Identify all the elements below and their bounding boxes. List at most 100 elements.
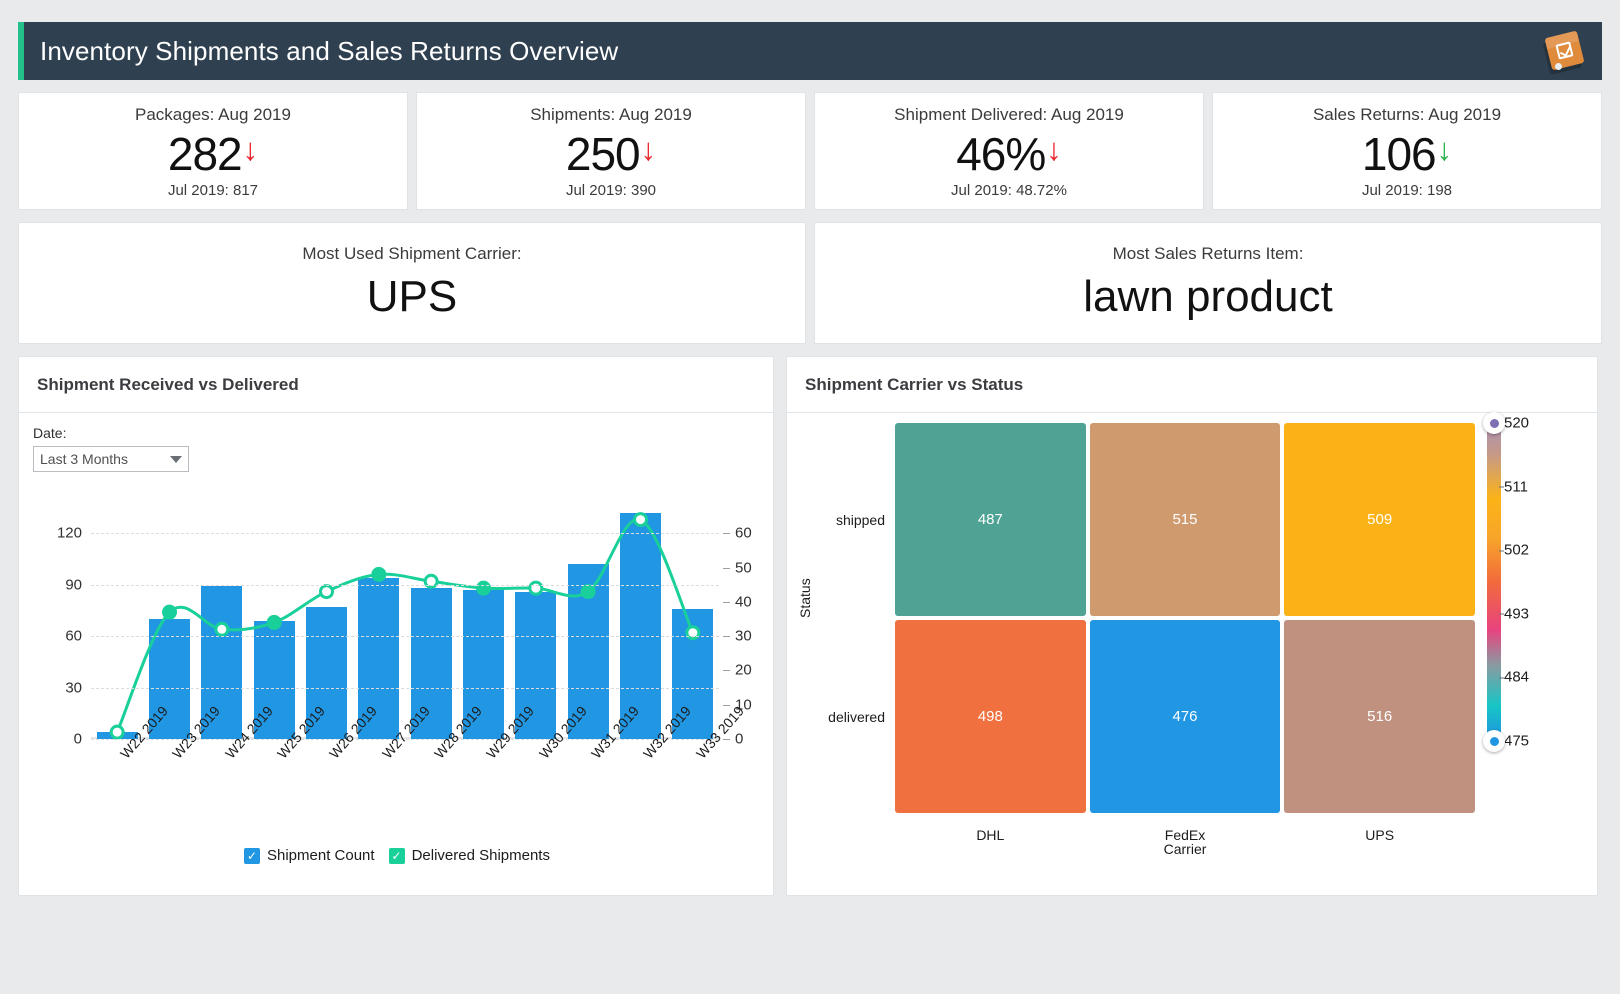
x-label-slot: W33 2019 bbox=[667, 747, 719, 837]
kpi-value: 250 bbox=[566, 131, 640, 177]
legend-label: Delivered Shipments bbox=[412, 847, 550, 864]
x-label-slot: W24 2019 bbox=[196, 747, 248, 837]
y-axis-tickmark bbox=[723, 602, 730, 603]
kpi-card-shipments[interactable]: Shipments: Aug 2019 250 ↓ Jul 2019: 390 bbox=[416, 92, 806, 210]
grid-line bbox=[91, 688, 719, 689]
kpi-label: Packages: Aug 2019 bbox=[135, 105, 291, 125]
heatmap-cell[interactable]: 476 bbox=[1090, 620, 1281, 813]
y-axis-tickmark bbox=[723, 670, 730, 671]
line-point[interactable] bbox=[111, 726, 123, 738]
grid-line bbox=[91, 533, 719, 534]
grid-line bbox=[91, 585, 719, 586]
kpi-value: 282 bbox=[168, 131, 242, 177]
highlight-card-carrier[interactable]: Most Used Shipment Carrier: UPS bbox=[18, 222, 806, 344]
bar-line-chart: 03060901200102030405060 W22 2019W23 2019… bbox=[19, 489, 775, 894]
heatmap-cell[interactable]: 515 bbox=[1090, 423, 1281, 616]
legend-label: Shipment Count bbox=[267, 847, 375, 864]
y-axis-tickmark bbox=[723, 533, 730, 534]
x-label-slot: W31 2019 bbox=[562, 747, 614, 837]
y-axis-tickmark bbox=[723, 636, 730, 637]
mosaic-chart: Status shippeddeliveredDHLFedExUPS487515… bbox=[787, 413, 1599, 896]
panel-shipment-received-vs-delivered: Shipment Received vs Delivered Date: Las… bbox=[18, 356, 774, 896]
y-axis-tick-left: 120 bbox=[57, 525, 82, 542]
highlight-value: UPS bbox=[367, 272, 457, 322]
y-axis-tickmark bbox=[723, 705, 730, 706]
kpi-label: Shipments: Aug 2019 bbox=[530, 105, 692, 125]
y-axis-tick-right: 0 bbox=[735, 731, 743, 748]
x-axis-title: Carrier bbox=[1164, 841, 1207, 857]
color-scale-tick: 493 bbox=[1504, 605, 1529, 622]
kpi-previous: Jul 2019: 198 bbox=[1362, 182, 1452, 199]
kpi-card-packages[interactable]: Packages: Aug 2019 282 ↓ Jul 2019: 817 bbox=[18, 92, 408, 210]
page-title: Inventory Shipments and Sales Returns Ov… bbox=[40, 36, 618, 67]
line-point[interactable] bbox=[635, 514, 647, 526]
trend-down-icon: ↓ bbox=[1046, 131, 1062, 170]
dashboard-header: Inventory Shipments and Sales Returns Ov… bbox=[18, 22, 1602, 80]
grid-line bbox=[91, 636, 719, 637]
y-axis-tick-right: 50 bbox=[735, 559, 752, 576]
color-scale-tick: 484 bbox=[1504, 669, 1529, 686]
chart-panels: Shipment Received vs Delivered Date: Las… bbox=[18, 356, 1602, 896]
heatmap-cell[interactable]: 516 bbox=[1284, 620, 1475, 813]
color-scale-handle[interactable] bbox=[1483, 730, 1505, 752]
line-point[interactable] bbox=[321, 586, 333, 598]
kpi-previous: Jul 2019: 390 bbox=[566, 182, 656, 199]
color-scale-tick: 475 bbox=[1504, 733, 1529, 750]
date-filter-label: Date: bbox=[33, 425, 189, 441]
line-point[interactable] bbox=[582, 586, 594, 598]
heatmap-cell[interactable]: 487 bbox=[895, 423, 1086, 616]
checkbox-checked-icon[interactable]: ✓ bbox=[244, 848, 260, 864]
date-filter-value: Last 3 Months bbox=[40, 451, 128, 467]
line-point[interactable] bbox=[373, 568, 385, 580]
kpi-label: Shipment Delivered: Aug 2019 bbox=[894, 105, 1124, 125]
highlight-row: Most Used Shipment Carrier: UPS Most Sal… bbox=[18, 222, 1602, 344]
color-scale-legend[interactable]: 520511502493484475 bbox=[1487, 423, 1501, 741]
heatmap-cell[interactable]: 509 bbox=[1284, 423, 1475, 616]
y-axis-tick: delivered bbox=[828, 709, 885, 725]
heatmap-body: Status shippeddeliveredDHLFedExUPS487515… bbox=[787, 413, 1597, 896]
line-point[interactable] bbox=[268, 616, 280, 628]
x-label-slot: W23 2019 bbox=[143, 747, 195, 837]
kpi-card-shipment-delivered[interactable]: Shipment Delivered: Aug 2019 46% ↓ Jul 2… bbox=[814, 92, 1204, 210]
x-axis-tick: DHL bbox=[976, 827, 1004, 843]
legend-item-delivered-shipments[interactable]: ✓ Delivered Shipments bbox=[389, 847, 550, 864]
kpi-value: 106 bbox=[1362, 131, 1436, 177]
legend-item-shipment-count[interactable]: ✓ Shipment Count bbox=[244, 847, 375, 864]
x-label-slot: W22 2019 bbox=[91, 747, 143, 837]
highlight-value: lawn product bbox=[1083, 272, 1332, 322]
y-axis-tick: shipped bbox=[836, 512, 885, 528]
kpi-value: 46% bbox=[956, 131, 1045, 177]
bar-chart-body: Date: Last 3 Months 03060901200102030405… bbox=[19, 413, 773, 896]
bar-chart-plot: 03060901200102030405060 bbox=[91, 499, 719, 739]
x-axis-tick: UPS bbox=[1365, 827, 1394, 843]
kpi-previous: Jul 2019: 48.72% bbox=[951, 182, 1067, 199]
color-scale-tick: 502 bbox=[1504, 542, 1529, 559]
date-filter-select[interactable]: Last 3 Months bbox=[33, 446, 189, 472]
dashboard-page: Inventory Shipments and Sales Returns Ov… bbox=[0, 0, 1620, 994]
line-point[interactable] bbox=[216, 623, 228, 635]
chevron-down-icon bbox=[170, 456, 182, 463]
checkbox-checked-icon[interactable]: ✓ bbox=[389, 848, 405, 864]
line-series bbox=[91, 499, 719, 739]
kpi-card-sales-returns[interactable]: Sales Returns: Aug 2019 106 ↓ Jul 2019: … bbox=[1212, 92, 1602, 210]
y-axis-tick-left: 30 bbox=[65, 679, 82, 696]
heatmap-grid: shippeddeliveredDHLFedExUPS4875155094984… bbox=[895, 423, 1475, 813]
highlight-card-returns-item[interactable]: Most Sales Returns Item: lawn product bbox=[814, 222, 1602, 344]
x-label-slot: W30 2019 bbox=[510, 747, 562, 837]
x-label-slot: W26 2019 bbox=[300, 747, 352, 837]
y-axis-tick-left: 0 bbox=[74, 731, 82, 748]
heatmap-cell[interactable]: 498 bbox=[895, 620, 1086, 813]
x-label-slot: W29 2019 bbox=[457, 747, 509, 837]
color-scale-tick: 520 bbox=[1504, 415, 1529, 432]
color-scale-handle[interactable] bbox=[1483, 412, 1505, 434]
panel-shipment-carrier-vs-status: Shipment Carrier vs Status Status shippe… bbox=[786, 356, 1598, 896]
panel-title: Shipment Carrier vs Status bbox=[787, 357, 1597, 413]
line-point[interactable] bbox=[164, 606, 176, 618]
y-axis-title: Status bbox=[797, 578, 813, 618]
x-label-slot: W25 2019 bbox=[248, 747, 300, 837]
trend-down-icon: ↓ bbox=[641, 131, 657, 170]
y-axis-tick-left: 60 bbox=[65, 628, 82, 645]
y-axis-tick-right: 60 bbox=[735, 525, 752, 542]
kpi-previous: Jul 2019: 817 bbox=[168, 182, 258, 199]
trend-down-icon: ↓ bbox=[243, 131, 259, 170]
